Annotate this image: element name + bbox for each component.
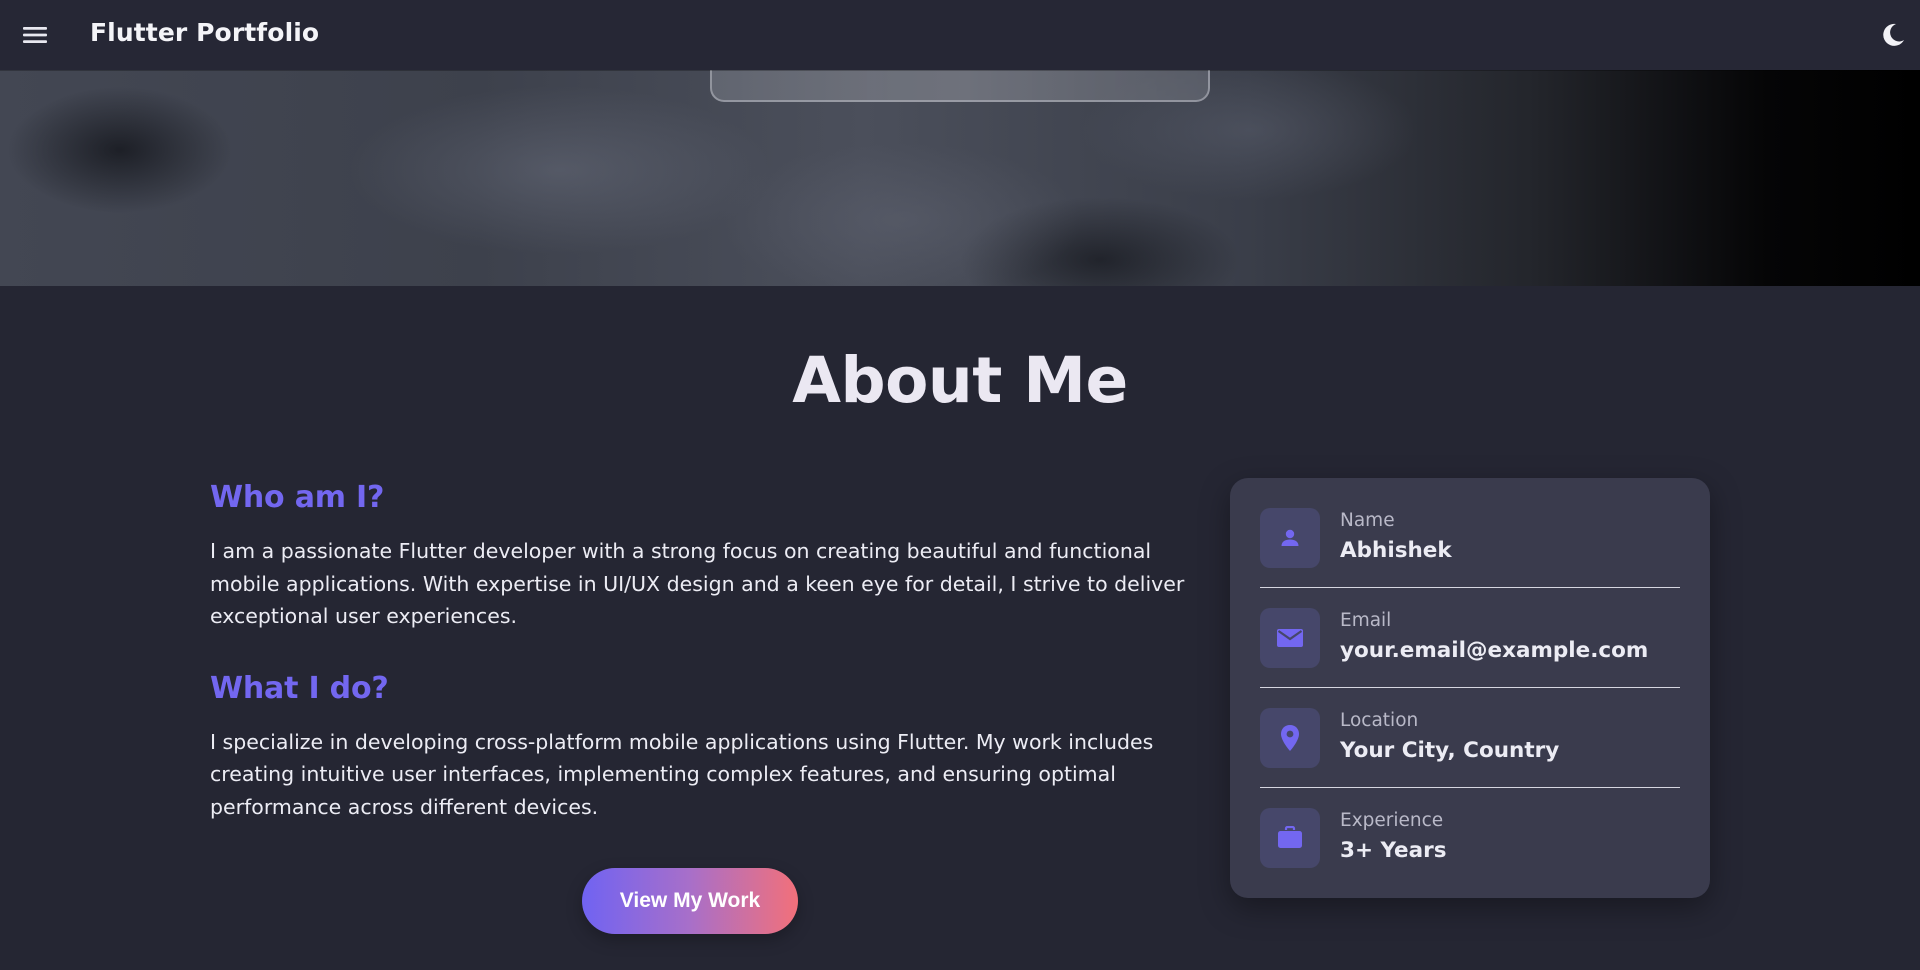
briefcase-icon-box	[1260, 808, 1320, 868]
about-heading: About Me	[792, 344, 1128, 417]
location-pin-icon	[1281, 725, 1299, 751]
info-value: Your City, Country	[1340, 738, 1560, 763]
person-icon	[1281, 529, 1299, 546]
what-i-do-heading: What I do?	[210, 670, 389, 706]
hero-background	[0, 70, 1920, 286]
who-am-i-text: I am a passionate Flutter developer with…	[210, 539, 1185, 628]
info-value: your.email@example.com	[1340, 638, 1649, 663]
person-icon-box	[1260, 508, 1320, 568]
info-row-experience: Experience 3+ Years	[1260, 788, 1680, 888]
who-am-i-heading: Who am I?	[210, 480, 385, 515]
briefcase-icon	[1278, 826, 1302, 848]
info-value: 3+ Years	[1340, 838, 1447, 863]
menu-button[interactable]	[20, 21, 50, 49]
location-icon-box	[1260, 708, 1320, 768]
hero-glass-card	[710, 70, 1210, 102]
info-label: Experience	[1340, 810, 1444, 831]
theme-toggle-button[interactable]	[1878, 20, 1908, 50]
app-title: Flutter Portfolio	[90, 18, 320, 47]
email-icon-box	[1260, 608, 1320, 668]
info-value: Abhishek	[1340, 538, 1452, 563]
about-text-column: Who am I? I am a passionate Flutter deve…	[210, 480, 1190, 823]
info-row-location: Location Your City, Country	[1260, 688, 1680, 788]
app-bar: Flutter Portfolio	[0, 0, 1920, 70]
info-row-email: Email your.email@example.com	[1260, 588, 1680, 688]
info-label: Name	[1340, 510, 1395, 531]
view-my-work-button[interactable]: View My Work	[582, 868, 798, 934]
what-i-do-text: I specialize in developing cross-platfor…	[210, 729, 1154, 819]
moon-icon	[1883, 23, 1904, 46]
info-label: Location	[1340, 710, 1419, 731]
info-row-name: Name Abhishek	[1260, 508, 1680, 588]
email-icon	[1277, 629, 1303, 647]
hamburger-menu-icon	[23, 27, 47, 43]
info-label: Email	[1340, 610, 1392, 631]
info-card: Name Abhishek Email your.email@example.c…	[1230, 478, 1710, 898]
